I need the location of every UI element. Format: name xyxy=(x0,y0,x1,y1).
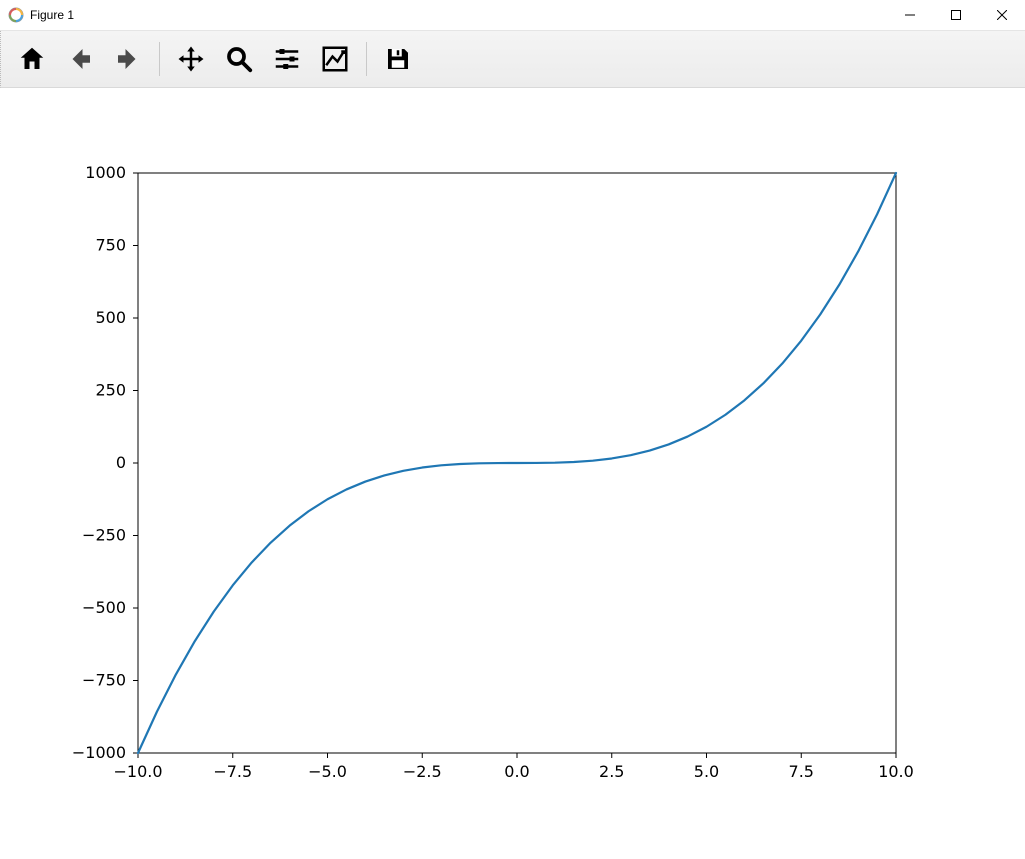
maximize-button[interactable] xyxy=(933,0,979,30)
svg-text:−7.5: −7.5 xyxy=(213,762,252,781)
svg-text:−2.5: −2.5 xyxy=(403,762,442,781)
svg-text:−1000: −1000 xyxy=(72,743,126,762)
svg-text:−5.0: −5.0 xyxy=(308,762,347,781)
svg-text:−250: −250 xyxy=(82,526,126,545)
svg-text:1000: 1000 xyxy=(85,163,126,182)
close-button[interactable] xyxy=(979,0,1025,30)
configure-subplots-button[interactable] xyxy=(268,40,306,78)
separator xyxy=(366,42,367,76)
edit-axes-button[interactable] xyxy=(316,40,354,78)
window-title: Figure 1 xyxy=(30,8,74,22)
svg-text:−10.0: −10.0 xyxy=(113,762,162,781)
home-button[interactable] xyxy=(13,40,51,78)
separator xyxy=(159,42,160,76)
svg-text:−500: −500 xyxy=(82,598,126,617)
zoom-button[interactable] xyxy=(220,40,258,78)
nav-toolbar xyxy=(0,31,1025,88)
svg-text:250: 250 xyxy=(95,381,126,400)
svg-text:7.5: 7.5 xyxy=(789,762,814,781)
svg-text:0.0: 0.0 xyxy=(504,762,529,781)
svg-text:2.5: 2.5 xyxy=(599,762,624,781)
minimize-button[interactable] xyxy=(887,0,933,30)
back-button[interactable] xyxy=(61,40,99,78)
svg-text:−750: −750 xyxy=(82,671,126,690)
app-icon xyxy=(8,7,24,23)
pan-button[interactable] xyxy=(172,40,210,78)
forward-button[interactable] xyxy=(109,40,147,78)
svg-text:500: 500 xyxy=(95,308,126,327)
line-chart: −10.0 −7.5 −5.0 −2.5 0.0 2.5 5.0 7.5 10.0 −1000 −7… xyxy=(0,88,1025,859)
svg-text:0: 0 xyxy=(116,453,126,472)
svg-text:10.0: 10.0 xyxy=(878,762,914,781)
window-titlebar: Figure 1 xyxy=(0,0,1025,31)
save-button[interactable] xyxy=(379,40,417,78)
svg-text:750: 750 xyxy=(95,236,126,255)
svg-text:5.0: 5.0 xyxy=(694,762,719,781)
figure-canvas[interactable]: −10.0 −7.5 −5.0 −2.5 0.0 2.5 5.0 7.5 10.0 −1000 −7… xyxy=(0,88,1025,859)
